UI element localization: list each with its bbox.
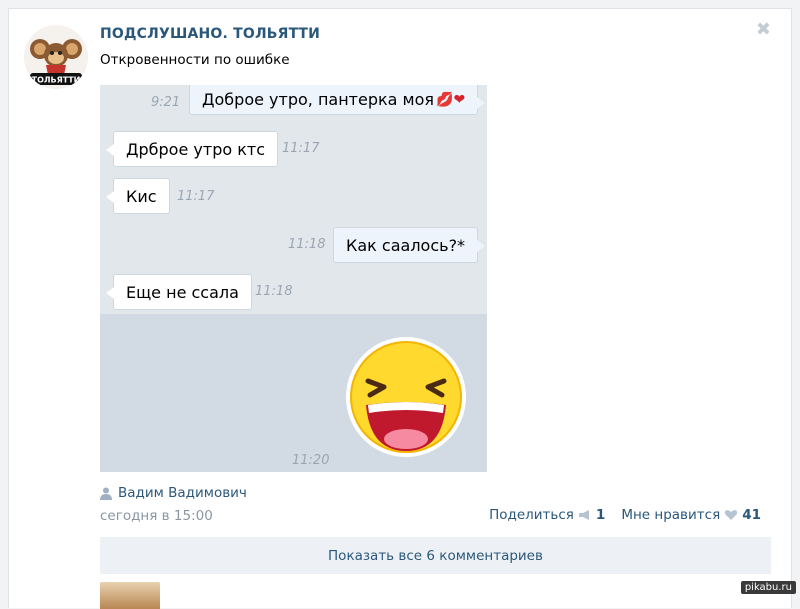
close-icon[interactable]: ✖ [756, 21, 771, 39]
heart-icon [724, 510, 738, 520]
signer-link[interactable]: Вадим Вадимович [100, 485, 247, 501]
chat-screenshot: 9:21 Доброе утро, пантерка моя 💋❤ Дрброе… [100, 85, 487, 472]
share-count: 1 [595, 507, 606, 523]
message-text: Еще не ссала [126, 282, 239, 302]
comment-avatar[interactable] [100, 582, 160, 609]
message-text: Как саалось?* [346, 235, 466, 255]
message-bubble-outgoing: Доброе утро, пантерка моя 💋❤ [189, 85, 486, 115]
share-button[interactable]: Поделиться 1 [489, 507, 605, 523]
message-time: 11:17 [282, 141, 320, 156]
message-text: Дрброе утро ктс [126, 139, 265, 159]
message-text: Доброе утро, пантерка моя [202, 90, 435, 109]
post-actions: Поделиться 1 Мне нравится 41 [473, 507, 761, 523]
message-time: 9:21 [151, 95, 181, 110]
post-date-link[interactable]: сегодня в 15:00 [100, 508, 213, 524]
group-avatar[interactable]: ТОЛЬЯТТИ [24, 25, 88, 89]
cheburashka-logo-icon: ТОЛЬЯТТИ [30, 39, 82, 85]
show-all-comments-button[interactable]: Показать все 6 комментариев [100, 537, 771, 574]
message-time: 11:18 [288, 237, 326, 252]
share-label: Поделиться [489, 507, 574, 523]
post-text: Откровенности по ошибке [100, 52, 290, 68]
like-button[interactable]: Мне нравится 41 [621, 507, 761, 523]
like-label: Мне нравится [621, 507, 721, 523]
message-time: 11:18 [255, 284, 293, 299]
message-time: 11:17 [177, 189, 215, 204]
message-bubble-incoming: Еще не ссала [106, 274, 252, 310]
like-count: 41 [742, 507, 761, 523]
watermark: pikabu.ru [740, 581, 796, 594]
laughing-smiley-sticker-icon [346, 337, 466, 457]
user-icon [100, 487, 112, 500]
message-bubble-incoming: Дрброе утро ктс [106, 131, 278, 167]
message-text: Кис [126, 186, 157, 206]
message-bubble-outgoing: Как саалось?* [333, 227, 486, 263]
kiss-heart-emoji-icon: 💋❤ [436, 91, 466, 108]
wall-post: ТОЛЬЯТТИ ПОДСЛУШАНО. ТОЛЬЯТТИ Откровенно… [8, 8, 792, 609]
sticker-time: 11:20 [292, 453, 330, 468]
group-name-link[interactable]: ПОДСЛУШАНО. ТОЛЬЯТТИ [100, 26, 320, 42]
message-bubble-incoming: Кис [106, 178, 170, 214]
megaphone-icon [578, 510, 589, 520]
signer-name: Вадим Вадимович [118, 485, 247, 501]
avatar-caption: ТОЛЬЯТТИ [32, 76, 81, 85]
